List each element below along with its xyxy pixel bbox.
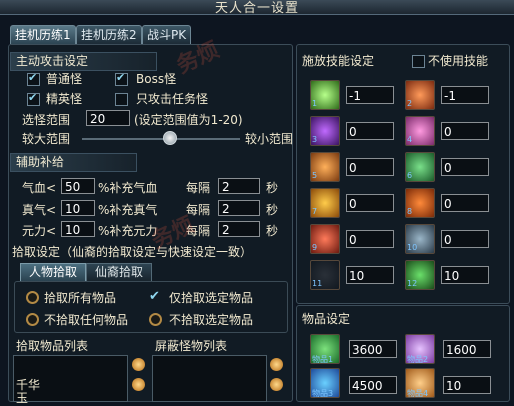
tab-hang-1[interactable]: 挂机历练1	[10, 25, 76, 44]
hp-label: 气血<	[22, 181, 57, 195]
hp-every: 每隔	[186, 181, 211, 195]
item-value-input[interactable]: 1600	[443, 340, 491, 358]
window-title: 天人合一设置	[214, 1, 299, 16]
item-slot-label: 物品4	[407, 389, 429, 398]
pickup-none-label: 不拾取任何物品	[44, 313, 129, 327]
item-section-title: 物品设定	[302, 312, 351, 326]
skill-value-input[interactable]: 10	[441, 266, 489, 284]
range-slider-thumb[interactable]	[162, 131, 177, 145]
pickup-all-label: 拾取所有物品	[44, 291, 117, 305]
yuanli-threshold-input[interactable]: 10	[61, 221, 95, 237]
no-skill-checkbox[interactable]	[412, 55, 425, 68]
mp-threshold-input[interactable]: 10	[61, 200, 95, 216]
yuanli-interval-input[interactable]: 2	[218, 221, 260, 237]
yuanli-label: 元力<	[22, 224, 57, 238]
skill-slot-number: 7	[312, 207, 318, 216]
elite-monster-checkbox[interactable]	[27, 91, 40, 106]
pickup-list-remove-icon[interactable]	[132, 378, 145, 391]
item-slot-label: 物品1	[312, 355, 334, 364]
mp-unit: 秒	[266, 203, 279, 217]
range-label: 选怪范围	[22, 113, 71, 127]
hp-desc: %补充气血	[98, 181, 158, 195]
skill-slot-number: 10	[407, 243, 418, 252]
skill-slot-number: 8	[407, 207, 413, 216]
tab-human-pickup[interactable]: 人物拾取	[20, 263, 86, 282]
task-only-label: 只攻击任务怪	[136, 92, 209, 106]
item-value-input[interactable]: 3600	[349, 340, 397, 358]
shield-monster-list[interactable]	[152, 355, 267, 402]
pickup-not-selected-label: 不拾取选定物品	[169, 313, 254, 327]
shield-list-remove-icon[interactable]	[270, 378, 283, 391]
large-range-label: 较大范围	[22, 132, 71, 146]
item-slot-label: 物品3	[312, 389, 334, 398]
skill-slot-number: 3	[312, 135, 318, 144]
normal-monster-checkbox[interactable]	[27, 71, 40, 86]
tab-hang-2[interactable]: 挂机历练2	[76, 25, 142, 44]
mp-label: 真气<	[22, 203, 57, 217]
hp-threshold-input[interactable]: 50	[61, 178, 95, 194]
range-hint: (设定范围值为1-20)	[134, 113, 243, 127]
mp-interval-input[interactable]: 2	[218, 200, 260, 216]
small-range-label: 较小范围	[245, 132, 294, 146]
skill-value-input[interactable]: -1	[441, 86, 489, 104]
item-value-input[interactable]: 10	[443, 376, 491, 394]
skill-slot-number: 9	[312, 243, 318, 252]
shield-list-add-icon[interactable]	[270, 358, 283, 371]
skill-value-input[interactable]: -1	[346, 86, 394, 104]
elite-monster-label: 精英怪	[46, 92, 83, 106]
no-skill-label: 不使用技能	[428, 54, 489, 68]
pickup-list-add-icon[interactable]	[132, 358, 145, 371]
boss-monster-label: Boss怪	[136, 72, 177, 86]
skill-section-title: 施放技能设定	[302, 54, 375, 68]
skill-value-input[interactable]: 0	[441, 158, 489, 176]
pickup-not-selected-radio[interactable]	[149, 313, 162, 326]
hp-unit: 秒	[266, 181, 279, 195]
tab-pk[interactable]: 战斗PK	[142, 25, 192, 44]
skill-value-input[interactable]: 0	[346, 158, 394, 176]
attack-section-title: 主动攻击设定	[10, 52, 157, 71]
pickup-selected-check-icon[interactable]: ✔	[149, 289, 160, 304]
assist-section-title: 辅助补给	[10, 153, 137, 172]
list-item[interactable]: 玉	[16, 389, 28, 406]
yuanli-unit: 秒	[266, 224, 279, 238]
skill-value-input[interactable]: 10	[346, 266, 394, 284]
skill-slot-number: 4	[407, 135, 413, 144]
hp-interval-input[interactable]: 2	[218, 178, 260, 194]
pickup-section-title: 拾取设定（仙裔的拾取设定与快速设定一致）	[12, 245, 253, 259]
skill-value-input[interactable]: 0	[346, 230, 394, 248]
shield-list-title: 屏蔽怪物列表	[155, 339, 228, 353]
skill-slot-number: 12	[407, 279, 418, 288]
boss-monster-checkbox[interactable]	[115, 71, 128, 86]
mp-every: 每隔	[186, 203, 211, 217]
pickup-none-radio[interactable]	[26, 313, 39, 326]
task-only-checkbox[interactable]	[115, 93, 128, 106]
normal-monster-label: 普通怪	[46, 72, 83, 86]
skill-slot-number: 5	[312, 171, 318, 180]
skill-slot-number: 2	[407, 99, 413, 108]
skill-value-input[interactable]: 0	[346, 194, 394, 212]
item-value-input[interactable]: 4500	[349, 376, 397, 394]
skill-slot-number: 11	[312, 279, 323, 288]
skill-value-input[interactable]: 0	[346, 122, 394, 140]
range-input[interactable]: 20	[86, 110, 130, 126]
pickup-list-title: 拾取物品列表	[16, 339, 89, 353]
pickup-all-radio[interactable]	[26, 291, 39, 304]
skill-slot-number: 6	[407, 171, 413, 180]
tab-xian-pickup[interactable]: 仙裔拾取	[86, 263, 152, 282]
pickup-selected-label: 仅拾取选定物品	[169, 291, 254, 305]
range-slider-track[interactable]	[82, 138, 240, 140]
skill-slot-number: 1	[312, 99, 318, 108]
skill-value-input[interactable]: 0	[441, 122, 489, 140]
skill-value-input[interactable]: 0	[441, 194, 489, 212]
skill-value-input[interactable]: 0	[441, 230, 489, 248]
item-slot-label: 物品2	[407, 355, 429, 364]
mp-desc: %补充真气	[98, 203, 158, 217]
